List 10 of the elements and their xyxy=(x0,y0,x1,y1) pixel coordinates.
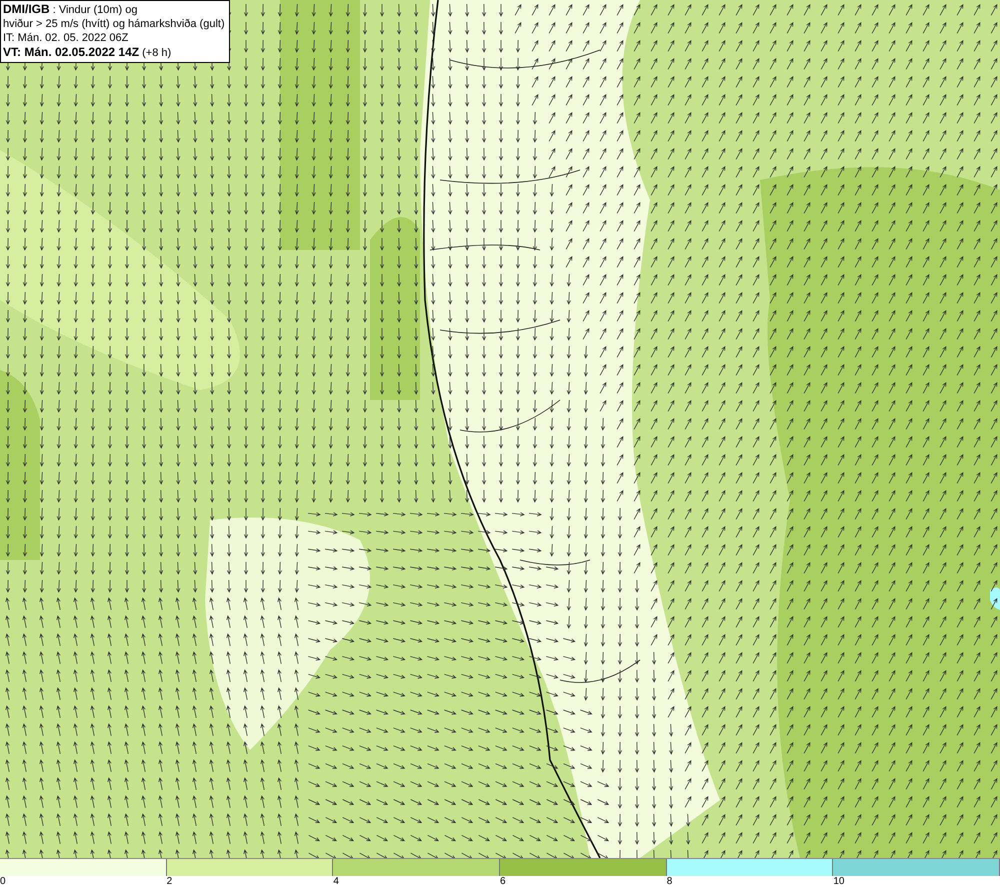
map-title-line: DMI/IGB : Vindur (10m) og xyxy=(3,3,139,17)
legend-tick-label: 6 xyxy=(500,876,506,887)
map-title-line: hviður > 25 m/s (hvítt) og hámarkshviða (gult) xyxy=(3,18,225,31)
legend-tick-label: 10 xyxy=(833,876,844,887)
legend-tick-label: 8 xyxy=(666,876,672,887)
map-title-line: IT: Mán. 02. 05. 2022 06Z xyxy=(3,32,130,45)
map-title-line: VT: Mán. 02.05.2022 14Z (+8 h) xyxy=(3,46,172,60)
legend-tick-label: 2 xyxy=(166,876,172,887)
legend-tick-label: 0 xyxy=(0,876,6,887)
legend-tick-label: 4 xyxy=(333,876,339,887)
